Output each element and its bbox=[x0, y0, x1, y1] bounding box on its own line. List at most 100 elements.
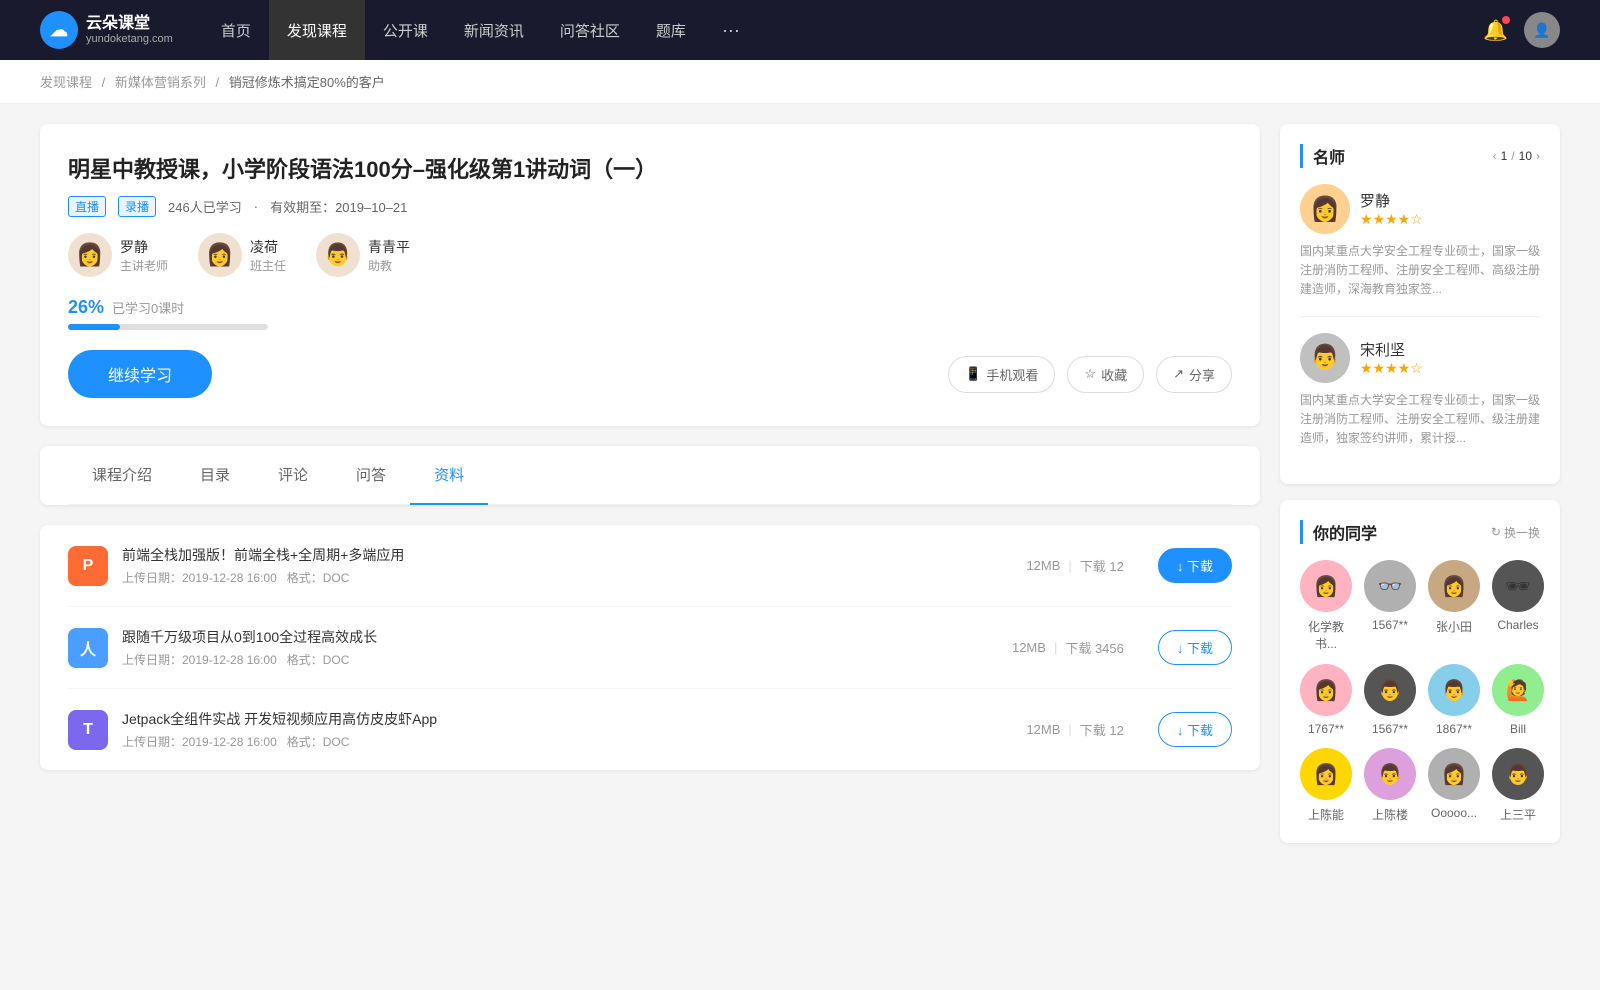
resource-item-2: T Jetpack全组件实战 开发短视频应用高仿皮皮虾App 上传日期：2019… bbox=[68, 689, 1232, 770]
resource-stats-1: 12MB | 下载 3456 bbox=[1012, 638, 1124, 657]
sidebar: 名师 ‹ 1 / 10 › 👩 罗静 ★★★★☆ 国内某重点大学安全工程专业硕士… bbox=[1280, 124, 1560, 859]
resource-downloads-1: 下载 3456 bbox=[1065, 638, 1124, 657]
classmate-avatar-9: 👨 bbox=[1364, 748, 1416, 800]
classmate-name-11: 上三平 bbox=[1500, 806, 1536, 823]
tab-评论[interactable]: 评论 bbox=[254, 446, 332, 505]
resource-icon-1: 人 bbox=[68, 628, 108, 668]
teachers-sidebar-card: 名师 ‹ 1 / 10 › 👩 罗静 ★★★★☆ 国内某重点大学安全工程专业硕士… bbox=[1280, 124, 1560, 484]
valid-period: 有效期至：2019–10–21 bbox=[270, 197, 407, 216]
download-button-0[interactable]: ↓ 下载 bbox=[1158, 548, 1232, 583]
phone-watch-button[interactable]: 📱 手机观看 bbox=[948, 356, 1055, 393]
nav-item-公开课[interactable]: 公开课 bbox=[365, 0, 446, 60]
sidebar-teacher-info-0: 罗静 ★★★★☆ bbox=[1360, 190, 1423, 228]
dot-sep: · bbox=[254, 199, 258, 214]
tabs-section: 课程介绍目录评论问答资料 bbox=[40, 446, 1260, 505]
resource-info-1: 跟随千万级项目从0到100全过程高效成长 上传日期：2019-12-28 16:… bbox=[122, 627, 998, 668]
classmates-title: 你的同学 ↻ 换一换 bbox=[1300, 520, 1540, 544]
breadcrumb-item-2[interactable]: 新媒体营销系列 bbox=[115, 75, 206, 90]
teacher-avatar-1: 👩 bbox=[198, 233, 242, 277]
badge-record: 录播 bbox=[118, 196, 156, 217]
progress-label: 26% 已学习0课时 bbox=[68, 297, 1232, 318]
teacher-name-1: 凌荷 bbox=[250, 237, 286, 257]
teacher-info-1: 凌荷 班主任 bbox=[250, 237, 286, 274]
study-count: 246人已学习 bbox=[168, 197, 242, 216]
sidebar-teacher-desc-0: 国内某重点大学安全工程专业硕士，国家一级注册消防工程师、注册安全工程师、高级注册… bbox=[1300, 242, 1540, 300]
classmate-item-9[interactable]: 👨 上陈楼 bbox=[1364, 748, 1416, 823]
continue-study-button[interactable]: 继续学习 bbox=[68, 350, 212, 398]
resource-meta-1: 上传日期：2019-12-28 16:00 格式：DOC bbox=[122, 651, 998, 668]
tab-目录[interactable]: 目录 bbox=[176, 446, 254, 505]
content-area: 明星中教授课，小学阶段语法100分–强化级第1讲动词（一） 直播 录播 246人… bbox=[40, 124, 1260, 859]
breadcrumb-sep-2: / bbox=[216, 75, 220, 90]
resource-title-1: 跟随千万级项目从0到100全过程高效成长 bbox=[122, 627, 998, 647]
progress-section: 26% 已学习0课时 bbox=[68, 297, 1232, 330]
progress-bar-fill bbox=[68, 324, 120, 330]
breadcrumb-item-1[interactable]: 发现课程 bbox=[40, 75, 92, 90]
sidebar-teacher-header-1: 👨 宋利坚 ★★★★☆ bbox=[1300, 333, 1540, 383]
resource-size-2: 12MB bbox=[1026, 722, 1060, 737]
sidebar-teacher-name-1: 宋利坚 bbox=[1360, 339, 1423, 360]
sidebar-teacher-avatar-1: 👨 bbox=[1300, 333, 1350, 383]
tab-问答[interactable]: 问答 bbox=[332, 446, 410, 505]
classmate-avatar-5: 👨 bbox=[1364, 664, 1416, 716]
resource-info-0: 前端全栈加强版！前端全栈+全周期+多端应用 上传日期：2019-12-28 16… bbox=[122, 545, 1012, 586]
refresh-classmates-button[interactable]: ↻ 换一换 bbox=[1491, 524, 1540, 541]
classmate-item-11[interactable]: 👨 上三平 bbox=[1492, 748, 1544, 823]
prev-teacher-arrow[interactable]: ‹ bbox=[1493, 149, 1497, 163]
classmate-name-9: 上陈楼 bbox=[1372, 806, 1408, 823]
resource-downloads-0: 下载 12 bbox=[1080, 556, 1124, 575]
resource-icon-0: P bbox=[68, 546, 108, 586]
nav-item-问答社区[interactable]: 问答社区 bbox=[542, 0, 638, 60]
next-teacher-arrow[interactable]: › bbox=[1536, 149, 1540, 163]
classmate-item-6[interactable]: 👨 1867** bbox=[1428, 664, 1480, 736]
logo[interactable]: ☁ 云朵课堂 yundoketang.com bbox=[40, 11, 173, 49]
resource-downloads-2: 下载 12 bbox=[1080, 720, 1124, 739]
teacher-avatar-2: 👨 bbox=[316, 233, 360, 277]
tab-课程介绍[interactable]: 课程介绍 bbox=[68, 446, 176, 505]
user-avatar-nav[interactable]: 👤 bbox=[1524, 12, 1560, 48]
main-layout: 明星中教授课，小学阶段语法100分–强化级第1讲动词（一） 直播 录播 246人… bbox=[0, 104, 1600, 879]
nav-item-题库[interactable]: 题库 bbox=[638, 0, 704, 60]
course-title: 明星中教授课，小学阶段语法100分–强化级第1讲动词（一） bbox=[68, 152, 1232, 184]
resource-meta-0: 上传日期：2019-12-28 16:00 格式：DOC bbox=[122, 569, 1012, 586]
favorite-button[interactable]: ☆ 收藏 bbox=[1067, 356, 1144, 393]
teacher-name-2: 青青平 bbox=[368, 237, 410, 257]
resource-size-1: 12MB bbox=[1012, 640, 1046, 655]
navbar-right: 🔔 👤 bbox=[1483, 12, 1560, 48]
classmate-name-2: 张小田 bbox=[1436, 618, 1472, 635]
download-button-1[interactable]: ↓ 下载 bbox=[1158, 630, 1232, 665]
classmate-item-2[interactable]: 👩 张小田 bbox=[1428, 560, 1480, 652]
classmate-item-10[interactable]: 👩 Ooooo... bbox=[1428, 748, 1480, 823]
teacher-info-2: 青青平 助教 bbox=[368, 237, 410, 274]
classmate-item-3[interactable]: 🕶 Charles bbox=[1492, 560, 1544, 652]
progress-bar-bg bbox=[68, 324, 268, 330]
classmate-item-1[interactable]: 👓 1567** bbox=[1364, 560, 1416, 652]
nav-items: 首页发现课程公开课新闻资讯问答社区题库··· bbox=[203, 0, 758, 60]
progress-text: 已学习0课时 bbox=[112, 298, 184, 317]
classmate-item-0[interactable]: 👩 化学教书... bbox=[1300, 560, 1352, 652]
nav-item-新闻资讯[interactable]: 新闻资讯 bbox=[446, 0, 542, 60]
sidebar-teacher-info-1: 宋利坚 ★★★★☆ bbox=[1360, 339, 1423, 377]
nav-item-发现课程[interactable]: 发现课程 bbox=[269, 0, 365, 60]
course-card: 明星中教授课，小学阶段语法100分–强化级第1讲动词（一） 直播 录播 246人… bbox=[40, 124, 1260, 426]
teacher-role-2: 助教 bbox=[368, 257, 410, 274]
classmate-item-8[interactable]: 👩 上陈能 bbox=[1300, 748, 1352, 823]
share-button[interactable]: ↗ 分享 bbox=[1156, 356, 1232, 393]
classmates-card: 你的同学 ↻ 换一换 👩 化学教书... 👓 1567** 👩 张小田 🕶 Ch… bbox=[1280, 500, 1560, 843]
notification-bell[interactable]: 🔔 bbox=[1483, 18, 1508, 43]
teacher-role-0: 主讲老师 bbox=[120, 257, 168, 274]
classmate-item-4[interactable]: 👩 1767** bbox=[1300, 664, 1352, 736]
teacher-page-current: 1 bbox=[1501, 149, 1508, 163]
classmate-avatar-7: 🙋 bbox=[1492, 664, 1544, 716]
classmate-item-5[interactable]: 👨 1567** bbox=[1364, 664, 1416, 736]
badge-live: 直播 bbox=[68, 196, 106, 217]
download-button-2[interactable]: ↓ 下载 bbox=[1158, 712, 1232, 747]
teachers-sidebar-title: 名师 ‹ 1 / 10 › bbox=[1300, 144, 1540, 168]
classmate-avatar-3: 🕶 bbox=[1492, 560, 1544, 612]
nav-item-首页[interactable]: 首页 bbox=[203, 0, 269, 60]
classmate-item-7[interactable]: 🙋 Bill bbox=[1492, 664, 1544, 736]
resource-list: P 前端全栈加强版！前端全栈+全周期+多端应用 上传日期：2019-12-28 … bbox=[40, 525, 1260, 770]
sidebar-teacher-header-0: 👩 罗静 ★★★★☆ bbox=[1300, 184, 1540, 234]
tab-资料[interactable]: 资料 bbox=[410, 446, 488, 505]
nav-more[interactable]: ··· bbox=[704, 0, 758, 60]
